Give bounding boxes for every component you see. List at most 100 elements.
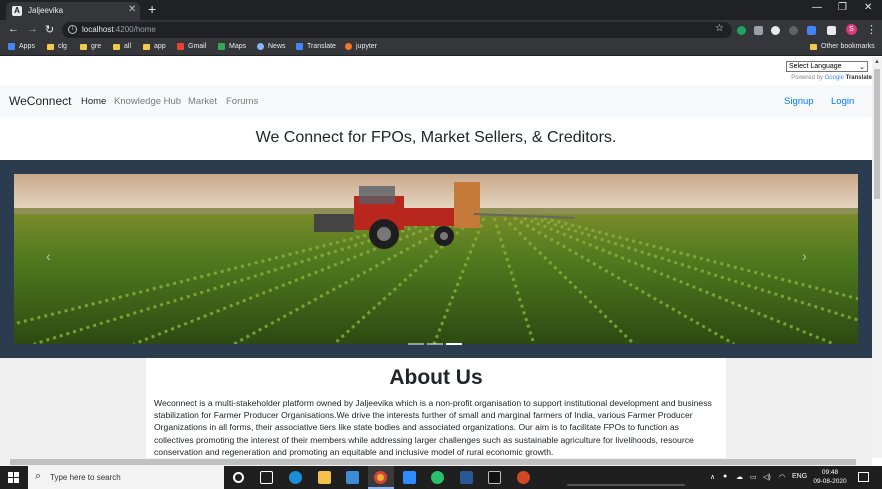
translate-extension-icon[interactable] xyxy=(807,26,816,35)
mail-icon[interactable] xyxy=(346,471,359,484)
browser-tab[interactable]: A Jaljeevika ✕ xyxy=(6,2,140,20)
site-brand[interactable]: WeConnect xyxy=(9,94,71,108)
folder-icon xyxy=(80,43,87,50)
volume-icon[interactable]: ◁) xyxy=(763,473,771,481)
browser-tab-strip: A Jaljeevika ✕ + — ❐ ✕ xyxy=(0,0,882,20)
zoom-icon[interactable] xyxy=(403,471,416,484)
bookmark-jupyter[interactable]: jupyter xyxy=(345,43,377,50)
language-select-value: Select Language xyxy=(789,63,842,70)
login-link[interactable]: Login xyxy=(831,96,854,107)
tray-people-icon[interactable]: ● xyxy=(723,473,727,480)
scrollbar-thumb[interactable] xyxy=(874,69,880,199)
file-explorer-icon[interactable] xyxy=(318,471,331,484)
browser-toolbar: ← → ↻ i localhost:4200/home ☆ S ⋮ xyxy=(0,20,882,40)
cloud-icon[interactable]: ☁ xyxy=(736,473,743,481)
bookmarks-bar: Apps clg gre all app Gmail Maps News Tra… xyxy=(0,40,882,56)
about-section: About Us Weconnect is a multi-stakeholde… xyxy=(0,358,872,458)
bookmark-news[interactable]: News xyxy=(257,43,286,50)
menu-kebab-icon[interactable]: ⋮ xyxy=(866,23,877,36)
language-indicator[interactable]: ENG xyxy=(792,473,807,480)
edge-icon[interactable] xyxy=(289,471,302,484)
taskbar-search[interactable]: ⌕ Type here to search xyxy=(28,466,224,489)
powered-by-google: Powered by Google Translate xyxy=(786,75,872,81)
web-page: Select Language ⌄ Powered by Google Tran… xyxy=(0,57,872,458)
bookmark-app[interactable]: app xyxy=(143,43,166,50)
chrome-icon[interactable] xyxy=(374,471,387,484)
farm-field-image xyxy=(14,174,858,344)
bookmark-translate[interactable]: Translate xyxy=(296,43,336,50)
nav-forums[interactable]: Forums xyxy=(226,96,258,107)
site-navbar: WeConnect Home Knowledge Hub Market Foru… xyxy=(0,85,872,117)
windows-taskbar: ⌕ Type here to search ∧ ● ☁ ▭ ◁) ◠ ENG 0… xyxy=(0,466,882,489)
carousel-prev-icon[interactable]: ‹ xyxy=(46,248,51,264)
apps-grid-icon xyxy=(8,43,15,50)
forward-arrow-icon[interactable]: → xyxy=(27,23,38,35)
jupyter-icon xyxy=(345,43,352,50)
tab-favicon-icon: A xyxy=(12,6,22,16)
wifi-icon[interactable]: ◠ xyxy=(779,473,785,481)
battery-icon[interactable]: ▭ xyxy=(750,473,757,481)
bookmark-other[interactable]: Other bookmarks xyxy=(810,43,875,50)
terminal-icon[interactable] xyxy=(488,471,501,484)
reload-icon[interactable]: ↻ xyxy=(45,23,54,36)
nav-knowledge-hub[interactable]: Knowledge Hub xyxy=(114,96,181,107)
carousel-next-icon[interactable]: › xyxy=(802,248,807,264)
nav-home[interactable]: Home xyxy=(81,96,106,107)
back-arrow-icon[interactable]: ← xyxy=(8,23,19,35)
nav-market[interactable]: Market xyxy=(188,96,217,107)
folder-icon xyxy=(810,43,817,50)
tray-chevron-up-icon[interactable]: ∧ xyxy=(710,473,715,481)
url-text: localhost:4200/home xyxy=(82,25,156,34)
chevron-down-icon: ⌄ xyxy=(859,63,865,71)
address-bar[interactable]: i localhost:4200/home ☆ xyxy=(62,22,732,38)
extension-gray-icon[interactable] xyxy=(754,26,763,35)
notification-icon[interactable] xyxy=(858,472,869,482)
profile-avatar[interactable]: S xyxy=(846,24,857,35)
maximize-icon[interactable]: ❐ xyxy=(838,2,847,13)
carousel-indicator[interactable] xyxy=(408,343,424,345)
horizontal-scrollbar[interactable] xyxy=(0,458,872,466)
sourcetree-icon[interactable] xyxy=(431,471,444,484)
taskbar-progress-indicator xyxy=(567,484,685,486)
extensions-puzzle-icon[interactable] xyxy=(827,26,836,35)
task-view-icon[interactable] xyxy=(260,471,273,484)
translate-link[interactable]: Translate xyxy=(846,75,872,81)
bookmark-star-icon[interactable]: ☆ xyxy=(715,23,724,34)
windows-start-icon[interactable] xyxy=(8,472,19,483)
bookmark-label: Other bookmarks xyxy=(821,43,875,50)
bookmark-maps[interactable]: Maps xyxy=(218,43,246,50)
powered-by-prefix: Powered by xyxy=(791,75,823,81)
new-tab-button[interactable]: + xyxy=(148,2,156,16)
bookmark-label: Maps xyxy=(229,43,247,50)
bookmark-gre[interactable]: gre xyxy=(80,43,101,50)
minimize-icon[interactable]: — xyxy=(812,2,822,13)
vertical-scrollbar[interactable]: ▲ xyxy=(872,57,882,458)
hero-carousel-section: ‹ › xyxy=(0,160,872,358)
bookmark-clg[interactable]: clg xyxy=(47,43,67,50)
window-close-icon[interactable]: ✕ xyxy=(864,2,872,13)
info-icon[interactable]: i xyxy=(68,25,77,34)
bookmark-all[interactable]: all xyxy=(113,43,131,50)
extension-dark-icon[interactable] xyxy=(789,26,798,35)
bookmark-label: jupyter xyxy=(356,43,378,50)
powerpoint-icon[interactable] xyxy=(517,471,530,484)
bookmark-label: gre xyxy=(91,43,102,50)
carousel-indicator[interactable] xyxy=(427,343,443,345)
word-icon[interactable] xyxy=(460,471,473,484)
url-path: :4200/home xyxy=(113,25,156,34)
extension-green-icon[interactable] xyxy=(737,26,746,35)
signup-link[interactable]: Signup xyxy=(784,96,814,107)
bookmark-apps[interactable]: Apps xyxy=(8,43,35,50)
bookmark-gmail[interactable]: Gmail xyxy=(177,43,206,50)
folder-icon xyxy=(113,43,120,50)
carousel-indicator-active[interactable] xyxy=(446,343,462,345)
about-body: Weconnect is a multi-stakeholder platfor… xyxy=(154,398,712,457)
scroll-up-icon[interactable]: ▲ xyxy=(874,59,880,65)
scrollbar-thumb[interactable] xyxy=(10,459,856,465)
extension-circle-icon[interactable] xyxy=(771,26,780,35)
taskbar-clock[interactable]: 09:48 09-08-2020 xyxy=(812,468,848,486)
news-icon xyxy=(257,43,264,50)
cortana-icon[interactable] xyxy=(233,472,244,483)
tab-close-icon[interactable]: ✕ xyxy=(128,4,136,15)
language-select[interactable]: Select Language ⌄ xyxy=(786,61,868,72)
